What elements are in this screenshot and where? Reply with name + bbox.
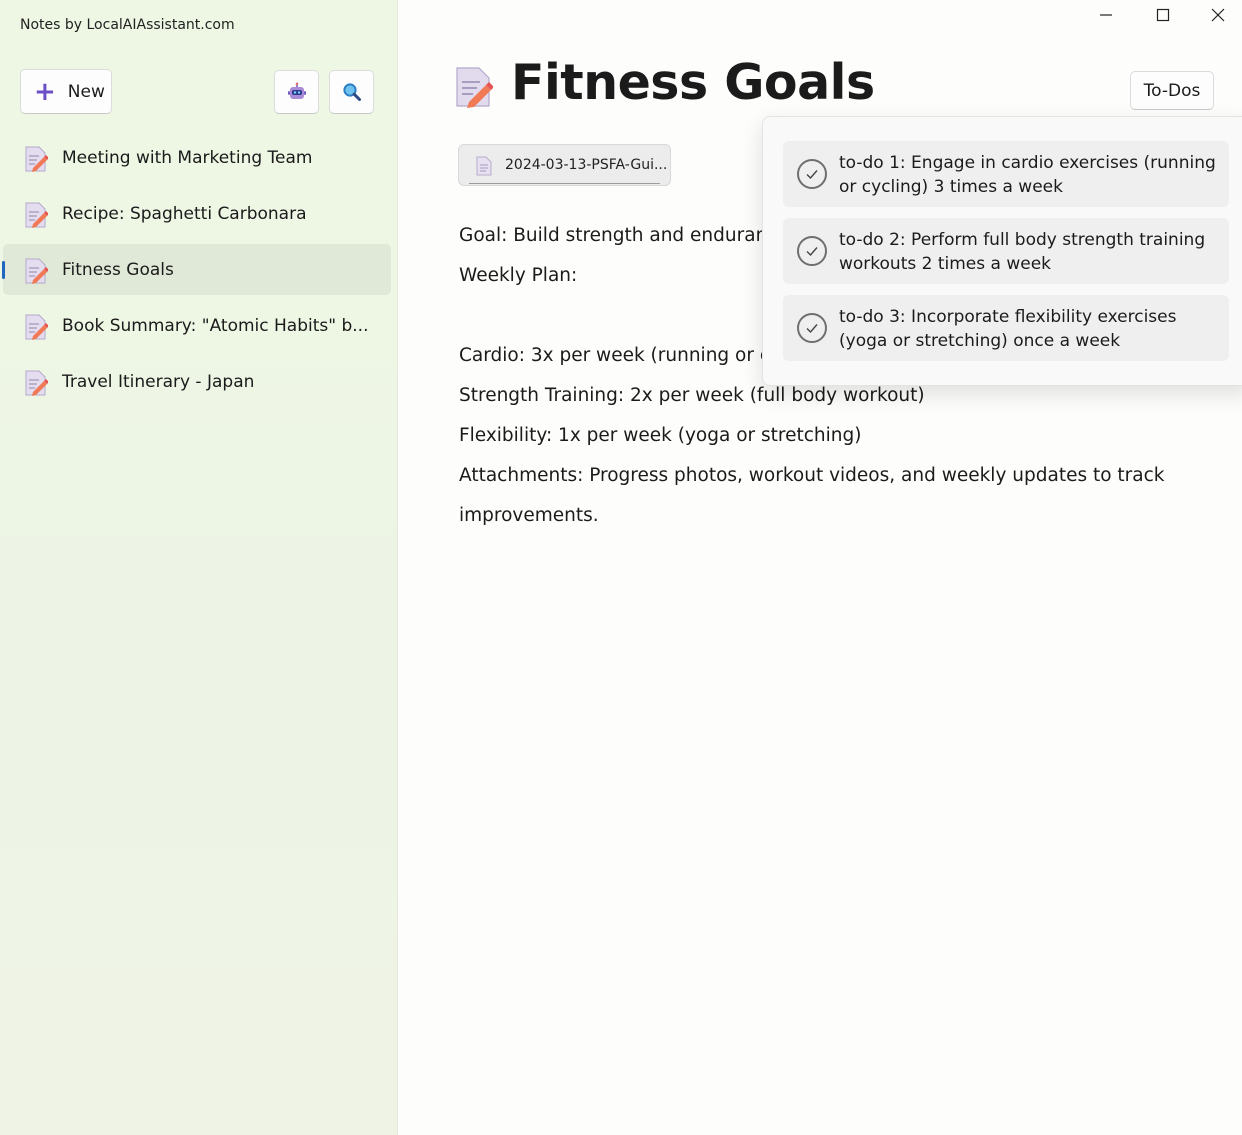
todo-text: to-do 3: Incorporate flexibility exercis… xyxy=(839,307,1177,351)
search-button[interactable] xyxy=(329,70,374,114)
todo-item-1[interactable]: to-do 1: Engage in cardio exercises (run… xyxy=(783,141,1229,207)
note-item-0[interactable]: Meeting with Marketing Team xyxy=(3,132,391,183)
checkmark-icon xyxy=(806,170,818,180)
plus-icon: + xyxy=(34,76,56,107)
todos-flyout: to-do 1: Engage in cardio exercises (run… xyxy=(762,116,1242,386)
checkmark-icon xyxy=(806,247,818,257)
note-title: Meeting with Marketing Team xyxy=(62,147,313,168)
maximize-icon xyxy=(1156,8,1170,22)
new-note-button[interactable]: + New xyxy=(20,69,112,114)
minimize-icon xyxy=(1100,14,1112,16)
note-line: Attachments: Progress photos, workout vi… xyxy=(459,465,1165,486)
checkmark-icon xyxy=(806,324,818,334)
todo-text: to-do 2: Perform full body strength trai… xyxy=(839,230,1206,274)
todo-item-2[interactable]: to-do 2: Perform full body strength trai… xyxy=(783,218,1229,284)
note-list: Meeting with Marketing Team Recipe: Spag… xyxy=(0,132,397,412)
robot-icon xyxy=(287,82,306,99)
note-item-2[interactable]: Fitness Goals xyxy=(2,244,391,295)
attachment-chip[interactable]: 2024-03-13-PSFA-Gui... xyxy=(458,144,671,186)
note-title: Book Summary: "Atomic Habits" b... xyxy=(62,315,369,336)
note-item-3[interactable]: Book Summary: "Atomic Habits" b... xyxy=(3,300,391,351)
todo-checkbox[interactable] xyxy=(797,159,827,189)
todo-checkbox[interactable] xyxy=(797,236,827,266)
note-icon xyxy=(25,202,48,228)
ai-assistant-button[interactable] xyxy=(274,70,319,114)
note-title: Recipe: Spaghetti Carbonara xyxy=(62,203,307,224)
sidebar: Notes by LocalAIAssistant.com + New Meet… xyxy=(0,0,398,1135)
note-document-icon xyxy=(456,67,493,108)
attachment-filename: 2024-03-13-PSFA-Gui... xyxy=(505,157,668,173)
new-note-label: New xyxy=(67,81,105,102)
todo-text: to-do 1: Engage in cardio exercises (run… xyxy=(839,153,1216,197)
close-button[interactable] xyxy=(1192,0,1242,30)
note-line: improvements. xyxy=(459,505,599,526)
note-item-1[interactable]: Recipe: Spaghetti Carbonara xyxy=(3,188,391,239)
minimize-button[interactable] xyxy=(1080,0,1132,30)
todo-item-3[interactable]: to-do 3: Incorporate flexibility exercis… xyxy=(783,295,1229,361)
note-item-4[interactable]: Travel Itinerary - Japan xyxy=(3,356,391,407)
note-title-heading[interactable]: Fitness Goals xyxy=(511,54,875,111)
search-icon xyxy=(342,83,361,101)
note-line: Flexibility: 1x per week (yoga or stretc… xyxy=(459,425,862,446)
attachment-underline xyxy=(469,183,660,184)
app-title: Notes by LocalAIAssistant.com xyxy=(20,17,235,33)
note-title: Travel Itinerary - Japan xyxy=(62,371,255,392)
todo-checkbox[interactable] xyxy=(797,313,827,343)
note-icon xyxy=(25,314,48,340)
close-icon xyxy=(1211,8,1225,22)
note-icon xyxy=(25,258,48,284)
maximize-button[interactable] xyxy=(1137,0,1189,30)
note-title: Fitness Goals xyxy=(62,259,174,280)
selection-indicator xyxy=(2,261,5,279)
note-icon xyxy=(25,146,48,172)
todos-button[interactable]: To-Dos xyxy=(1130,71,1214,110)
note-icon xyxy=(25,370,48,396)
file-icon xyxy=(476,156,492,176)
